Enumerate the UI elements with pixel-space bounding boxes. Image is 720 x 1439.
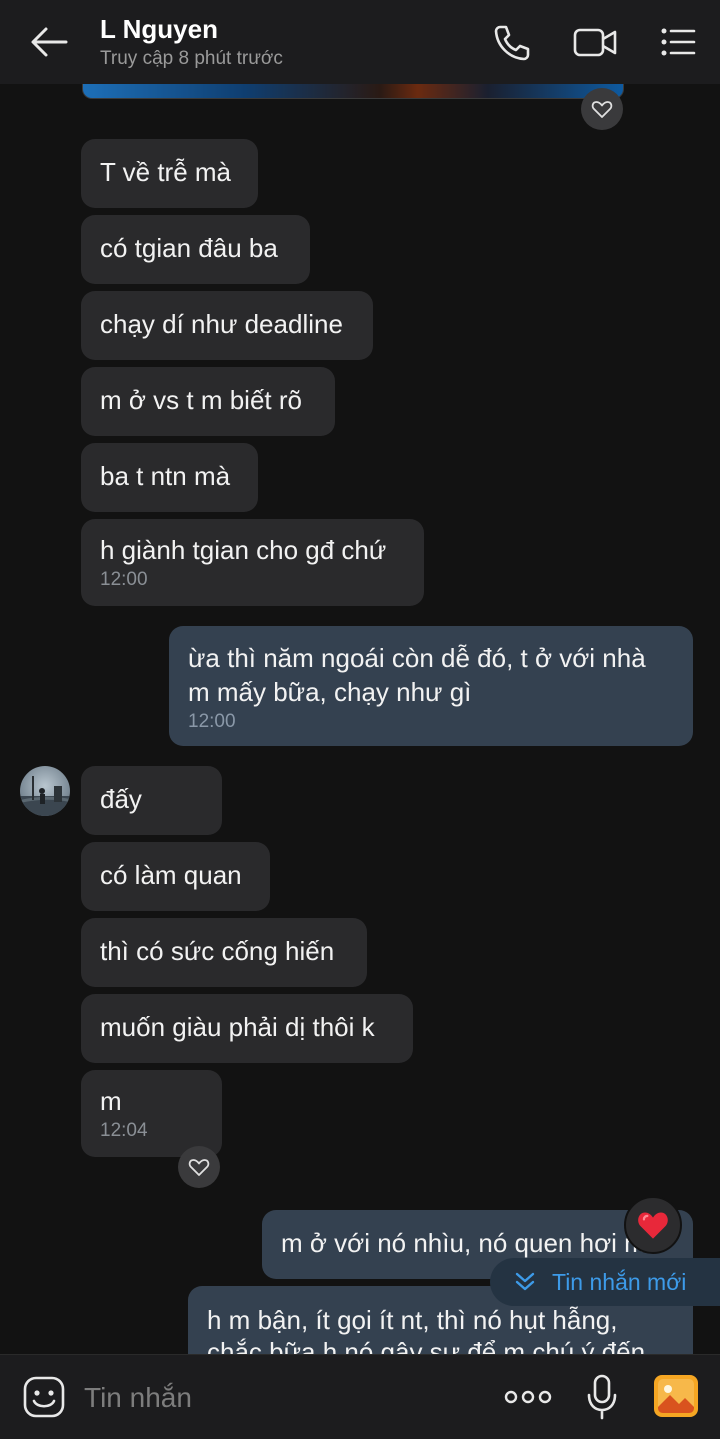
message-bubble-incoming[interactable]: có làm quan (81, 842, 270, 911)
message-bubble-incoming[interactable]: thì có sức cống hiến (81, 918, 367, 987)
message-timestamp: 12:00 (100, 569, 148, 590)
message-text: đấy (100, 784, 142, 814)
message-text: thì có sức cống hiến (100, 936, 335, 966)
message-text: có làm quan (100, 860, 242, 890)
message-timestamp: 12:04 (100, 1120, 148, 1141)
chat-header: L Nguyen Truy cập 8 phút trước (0, 0, 720, 84)
heart-react-icon[interactable] (178, 1146, 220, 1188)
double-chevron-down-icon (515, 1272, 535, 1291)
more-options-icon[interactable] (502, 1377, 554, 1417)
message-bubble-incoming[interactable]: đấy (81, 766, 222, 835)
message-bubble-incoming[interactable]: ba t ntn mà (81, 443, 258, 512)
message-text: có tgian đâu ba (100, 233, 278, 263)
message-text: m ở với nó nhìu, nó quen hơi m r (281, 1228, 662, 1258)
message-bubble-incoming[interactable]: chạy dí như deadline (81, 291, 373, 360)
message-input[interactable] (82, 1377, 466, 1419)
back-arrow-icon[interactable] (26, 22, 70, 62)
message-text: chạy dí như deadline (100, 309, 343, 339)
message-text: m ở vs t m biết rõ (100, 385, 302, 415)
message-bubble-incoming[interactable]: h giành tgian cho gđ chứ 12:00 (81, 519, 424, 606)
message-composer (0, 1354, 720, 1439)
message-bubble-incoming[interactable]: muốn giàu phải dị thôi k (81, 994, 413, 1063)
heart-reaction-icon[interactable] (624, 1196, 682, 1254)
sticker-icon[interactable] (22, 1375, 66, 1419)
message-text: ừa thì năm ngoái còn dễ đó, t ở với nhà … (188, 643, 646, 707)
microphone-icon[interactable] (584, 1373, 620, 1421)
message-text: ba t ntn mà (100, 461, 231, 491)
contact-avatar[interactable] (20, 766, 70, 816)
message-bubble-incoming[interactable]: T về trễ mà (81, 139, 258, 208)
message-bubble-incoming[interactable]: có tgian đâu ba (81, 215, 310, 284)
message-text: h giành tgian cho gđ chứ (100, 535, 387, 565)
video-call-icon[interactable] (572, 22, 618, 62)
message-text: m (100, 1086, 122, 1116)
message-bubble-outgoing[interactable]: ừa thì năm ngoái còn dễ đó, t ở với nhà … (169, 626, 693, 746)
message-text: T về trễ mà (100, 157, 232, 187)
last-seen-status: Truy cập 8 phút trước (100, 48, 283, 69)
menu-list-icon[interactable] (656, 22, 698, 62)
contact-name[interactable]: L Nguyen (100, 14, 218, 45)
message-text: muốn giàu phải dị thôi k (100, 1012, 375, 1042)
phone-icon[interactable] (490, 22, 532, 62)
new-messages-button[interactable]: Tin nhắn mới (490, 1258, 720, 1306)
message-timestamp: 12:00 (188, 711, 236, 732)
photo-gallery-icon[interactable] (652, 1373, 700, 1419)
message-bubble-incoming[interactable]: m ở vs t m biết rõ (81, 367, 335, 436)
heart-react-icon[interactable] (581, 88, 623, 130)
new-messages-label: Tin nhắn mới (552, 1268, 687, 1295)
message-bubble-incoming[interactable]: m 12:04 (81, 1070, 222, 1157)
